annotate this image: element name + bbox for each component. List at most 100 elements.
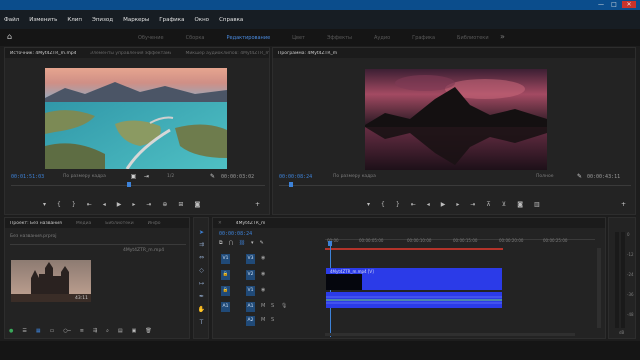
tab-info[interactable]: Инфо — [148, 221, 161, 226]
list-view-icon[interactable]: ☰ — [22, 328, 26, 334]
mute-icon[interactable]: M — [261, 303, 265, 309]
insert-icon[interactable]: ⇥ — [142, 172, 151, 181]
mark-in-icon[interactable]: { — [57, 201, 61, 208]
ripple-edit-tool-icon[interactable]: ⇔ — [197, 253, 206, 262]
workspace-tab-graphics[interactable]: Графика — [412, 35, 435, 41]
add-marker-icon[interactable]: ▾ — [251, 240, 254, 246]
go-to-out-icon[interactable]: ⇥ — [470, 201, 475, 208]
tab-audio-clip-mixer[interactable]: Микшер аудиоклипов: 4Myt4ZTR_m — [185, 51, 269, 56]
menu-clip[interactable]: Клип — [67, 17, 82, 23]
tab-sequence[interactable]: 4Myt4ZTR_m — [236, 221, 266, 226]
eye-icon[interactable]: ◉ — [261, 271, 265, 277]
mic-icon[interactable]: 🎙 — [281, 303, 287, 309]
program-time-ruler[interactable] — [279, 185, 631, 186]
step-forward-icon[interactable]: ▸ — [456, 201, 459, 208]
tab-media-browser[interactable]: Медиа — [76, 221, 91, 226]
maximize-button[interactable]: □ — [609, 1, 619, 8]
add-marker-icon[interactable]: ▾ — [367, 201, 370, 208]
timeline-playhead[interactable] — [328, 241, 332, 246]
workspace-tab-audio[interactable]: Аудио — [374, 35, 390, 41]
add-marker-icon[interactable]: ▾ — [43, 201, 46, 208]
home-icon[interactable]: ⌂ — [7, 32, 19, 42]
source-resolution-dropdown[interactable]: 1/2 — [167, 174, 174, 179]
wrench-icon[interactable]: ✎ — [575, 172, 584, 181]
freeform-view-icon[interactable]: ▭ — [50, 328, 55, 334]
menu-markers[interactable]: Маркеры — [123, 17, 149, 23]
timeline-horizontal-scrollbar[interactable] — [325, 333, 575, 336]
find-icon[interactable]: ⌕ — [106, 328, 109, 334]
menu-file[interactable]: Файл — [4, 17, 19, 23]
mute-icon[interactable]: M — [261, 317, 265, 323]
timeline-settings-icon[interactable]: ✎ — [260, 240, 264, 246]
sort-icon[interactable]: ≡ — [80, 328, 84, 334]
timeline-timecode[interactable]: 00:00:08:24 — [219, 231, 252, 237]
tab-project[interactable]: Проект: Без названия — [10, 221, 62, 226]
workspace-tab-libraries[interactable]: Библиотеки — [457, 35, 489, 41]
workspace-tab-effects[interactable]: Эффекты — [327, 35, 352, 41]
new-item-icon[interactable]: ▣ — [132, 328, 137, 334]
menu-window[interactable]: Окно — [194, 17, 209, 23]
go-to-in-icon[interactable]: ⇤ — [411, 201, 416, 208]
program-video-frame[interactable] — [365, 69, 547, 170]
add-button-icon[interactable]: + — [253, 200, 262, 209]
export-frame-icon[interactable]: ◙ — [517, 201, 523, 208]
export-frame-icon[interactable]: ◙ — [194, 201, 200, 208]
close-button[interactable]: ✕ — [622, 1, 636, 8]
track-target-a1[interactable]: A1 — [246, 302, 255, 312]
workspace-tab-color[interactable]: Цвет — [292, 35, 305, 41]
program-quality-dropdown[interactable]: Полное — [536, 174, 553, 179]
track-target-v3[interactable]: V3 — [246, 254, 255, 264]
close-sequence-icon[interactable]: ✕ — [218, 221, 222, 226]
audio-clip-a1[interactable] — [326, 292, 502, 308]
more-workspaces-icon[interactable]: » — [500, 32, 505, 41]
workspace-tab-assembly[interactable]: Сборка — [186, 35, 205, 41]
program-fit-dropdown[interactable]: По размеру кадра — [333, 174, 376, 179]
menu-edit[interactable]: Изменить — [29, 17, 57, 23]
mark-out-icon[interactable]: } — [396, 201, 400, 208]
tab-effect-controls[interactable]: Элементы управления эффектами — [90, 51, 172, 56]
snap-icon[interactable]: ⋂ — [229, 240, 233, 246]
video-clip-v1[interactable]: 4Myt4ZTR_m.mp4 [V] — [326, 268, 502, 290]
track-select-tool-icon[interactable]: ⇉ — [197, 240, 206, 249]
tab-program[interactable]: Программа: 4Myt4ZTR_m — [278, 51, 337, 56]
lift-icon[interactable]: ⊼ — [486, 201, 490, 208]
eye-icon[interactable]: ◉ — [261, 287, 265, 293]
menu-sequence[interactable]: Эпизод — [92, 17, 113, 23]
go-to-in-icon[interactable]: ⇤ — [87, 201, 92, 208]
insert-clip-icon[interactable]: ⊕ — [162, 201, 167, 208]
source-patch-v1[interactable]: V1 — [221, 254, 230, 264]
nest-icon[interactable]: ⧉ — [219, 240, 223, 246]
track-lock-v1[interactable]: 🔒 — [221, 286, 230, 296]
timeline-vertical-scrollbar[interactable] — [597, 248, 601, 328]
razor-tool-icon[interactable]: ◇ — [197, 266, 206, 275]
clip-name[interactable]: 4Myt4ZTR_m.mp4 — [123, 248, 164, 253]
comparison-view-icon[interactable]: ▥ — [534, 201, 540, 208]
clear-icon[interactable]: 🗑 — [145, 328, 151, 334]
tab-libraries[interactable]: Библиотеки — [105, 221, 133, 226]
step-back-icon[interactable]: ◂ — [427, 201, 430, 208]
track-lock-v2[interactable]: 🔒 — [221, 270, 230, 280]
step-back-icon[interactable]: ◂ — [103, 201, 106, 208]
go-to-out-icon[interactable]: ⇥ — [146, 201, 151, 208]
extract-icon[interactable]: ⊻ — [502, 201, 506, 208]
work-area-bar[interactable] — [325, 248, 503, 250]
source-playhead[interactable] — [127, 182, 131, 187]
eye-icon[interactable]: ◉ — [261, 255, 265, 261]
track-target-v1[interactable]: V1 — [246, 286, 255, 296]
new-bin-icon[interactable]: ▤ — [118, 328, 123, 334]
minimize-button[interactable]: — — [596, 1, 606, 8]
mark-out-icon[interactable]: } — [72, 201, 76, 208]
program-timecode-current[interactable]: 00:00:08:24 — [279, 174, 312, 180]
source-time-ruler[interactable] — [11, 185, 265, 186]
source-fit-dropdown[interactable]: По размеру кадра — [63, 174, 106, 179]
source-timecode-current[interactable]: 00:01:51:03 — [11, 174, 44, 180]
tab-source[interactable]: Источник: 4Myt4ZTR_m.mp4 — [10, 51, 76, 56]
wrench-icon[interactable]: ✎ — [208, 172, 217, 181]
menu-help[interactable]: Справка — [219, 17, 243, 23]
type-tool-icon[interactable]: T — [197, 318, 206, 327]
solo-icon[interactable]: S — [271, 317, 274, 323]
track-target-v2[interactable]: V2 — [246, 270, 255, 280]
solo-icon[interactable]: S — [271, 303, 274, 309]
track-target-a2[interactable]: A2 — [246, 316, 255, 326]
play-icon[interactable]: ▶ — [117, 201, 122, 208]
